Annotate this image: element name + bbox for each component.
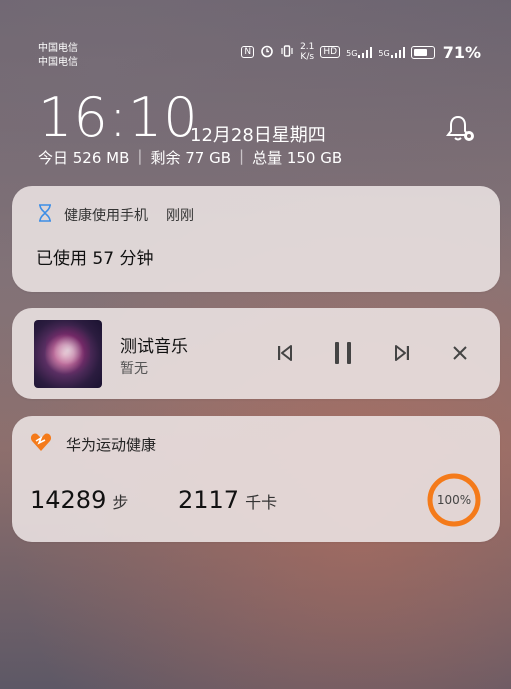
notification-app-name: 健康使用手机	[64, 208, 148, 224]
status-bar: 中国电信 中国电信 N 2.1 K/s HD 5G 5G 71%	[38, 42, 481, 72]
notification-body: 已使用 57 分钟	[36, 249, 154, 269]
next-icon	[395, 345, 409, 361]
huawei-health-icon	[30, 432, 52, 456]
close-icon	[453, 346, 467, 360]
previous-icon	[278, 345, 292, 361]
divider: |	[239, 147, 245, 165]
signal-icon-2: 5G	[378, 46, 405, 58]
close-button[interactable]	[445, 338, 475, 368]
alarm-icon	[260, 44, 274, 61]
previous-track-button[interactable]	[270, 338, 300, 368]
network-speed: 2.1 K/s	[300, 42, 315, 62]
storage-info: 今日 526 MB | 剩余 77 GB | 总量 150 GB	[38, 147, 342, 168]
storage-remaining: 剩余 77 GB	[150, 149, 232, 167]
calories-count: 2117 千卡	[178, 486, 277, 514]
fitness-app-name: 华为运动健康	[66, 435, 157, 454]
hd-badge: HD	[320, 46, 341, 58]
notification-settings-icon[interactable]	[443, 112, 477, 146]
signal-icon-1: 5G	[346, 46, 373, 58]
calories-value: 2117	[178, 486, 240, 514]
battery-icon	[410, 45, 435, 59]
battery-percent: 71%	[442, 42, 481, 62]
hourglass-icon	[38, 204, 52, 226]
lockscreen-time: 16:10	[38, 86, 199, 149]
song-title: 测试音乐	[120, 337, 188, 357]
goal-progress-label: 100%	[436, 493, 472, 507]
vibrate-icon	[280, 44, 294, 61]
notification-time: 刚刚	[166, 208, 194, 224]
fitness-card[interactable]: 华为运动健康 14289 步 2117 千卡 100%	[12, 416, 500, 542]
pause-button[interactable]	[328, 338, 358, 368]
lockscreen-date: 12月28日星期四	[190, 125, 326, 146]
storage-total: 总量 150 GB	[252, 149, 343, 167]
next-track-button[interactable]	[387, 338, 417, 368]
steps-value: 14289	[30, 486, 107, 514]
pause-icon	[335, 342, 351, 364]
steps-unit: 步	[112, 493, 129, 512]
song-artist: 暂无	[120, 361, 148, 377]
steps-count: 14289 步	[30, 486, 128, 514]
music-player-card[interactable]: 测试音乐 暂无	[12, 308, 500, 399]
album-art	[34, 320, 102, 388]
storage-today: 今日 526 MB	[38, 149, 130, 167]
calories-unit: 千卡	[245, 493, 278, 512]
nfc-icon: N	[241, 46, 255, 58]
status-icons: N 2.1 K/s HD 5G 5G 71%	[241, 42, 481, 62]
health-usage-notification[interactable]: 健康使用手机 刚刚 已使用 57 分钟	[12, 186, 500, 292]
divider: |	[137, 147, 143, 165]
